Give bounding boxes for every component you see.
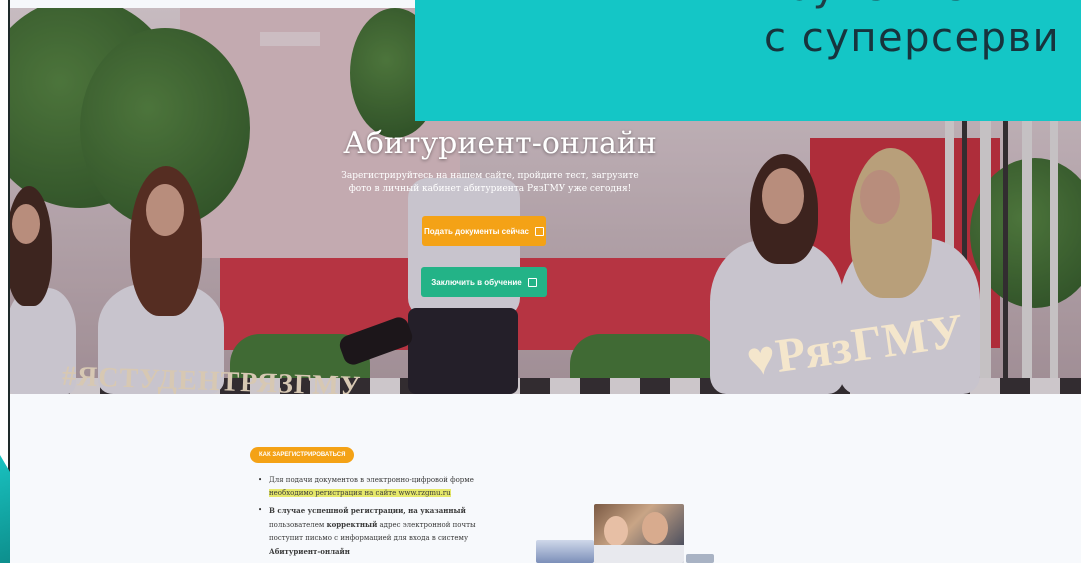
gallery-thumbnail[interactable] (686, 554, 714, 563)
thumbnail-person (642, 512, 668, 544)
registration-link-highlight[interactable]: необходимо регистрация на сайте www.rzgm… (269, 489, 451, 497)
list-item: Для подачи документов в электронно-цифро… (258, 474, 478, 500)
step-text-bold: В случае успешной регистрации, на указан… (269, 506, 466, 515)
step-text: пользователем (269, 521, 327, 529)
step-text: Для подачи документов в электронно-цифро… (269, 476, 474, 484)
enroll-button-label: Заключить в обучение (431, 277, 522, 287)
submit-documents-button-label: Подать документы сейчас (424, 226, 529, 236)
banner-clipped-line: бучение (415, 0, 1081, 10)
banner-title: с суперсерви (764, 15, 1061, 61)
gallery-thumbnail-main[interactable] (594, 504, 684, 563)
document-icon (534, 226, 544, 236)
thumbnail-person (604, 516, 628, 546)
submit-documents-button[interactable]: Подать документы сейчас (422, 216, 546, 246)
registration-badge: КАК ЗАРЕГИСТРИРОВАТЬСЯ (250, 447, 355, 463)
registration-steps-list: Для подачи документов в электронно-цифро… (258, 474, 478, 563)
step-text-bold: корректный (326, 520, 378, 529)
list-item: В случае успешной регистрации, на указан… (258, 504, 478, 559)
registration-section: КАК ЗАРЕГИСТРИРОВАТЬСЯ Для подачи докуме… (10, 394, 1081, 563)
hero-title: Абитуриент-онлайн (343, 126, 657, 161)
hero-subtitle: Зарегистрируйтесь на нашем сайте, пройди… (341, 171, 639, 194)
slide-title-banner: бучение с суперсерви (415, 0, 1081, 121)
form-icon (527, 277, 537, 287)
gallery-thumbnail[interactable] (536, 540, 594, 563)
thumbnail-clothing (594, 545, 684, 563)
enroll-button[interactable]: Заключить в обучение (421, 267, 547, 297)
step-text-bold: Абитуриент-онлайн (269, 547, 350, 556)
